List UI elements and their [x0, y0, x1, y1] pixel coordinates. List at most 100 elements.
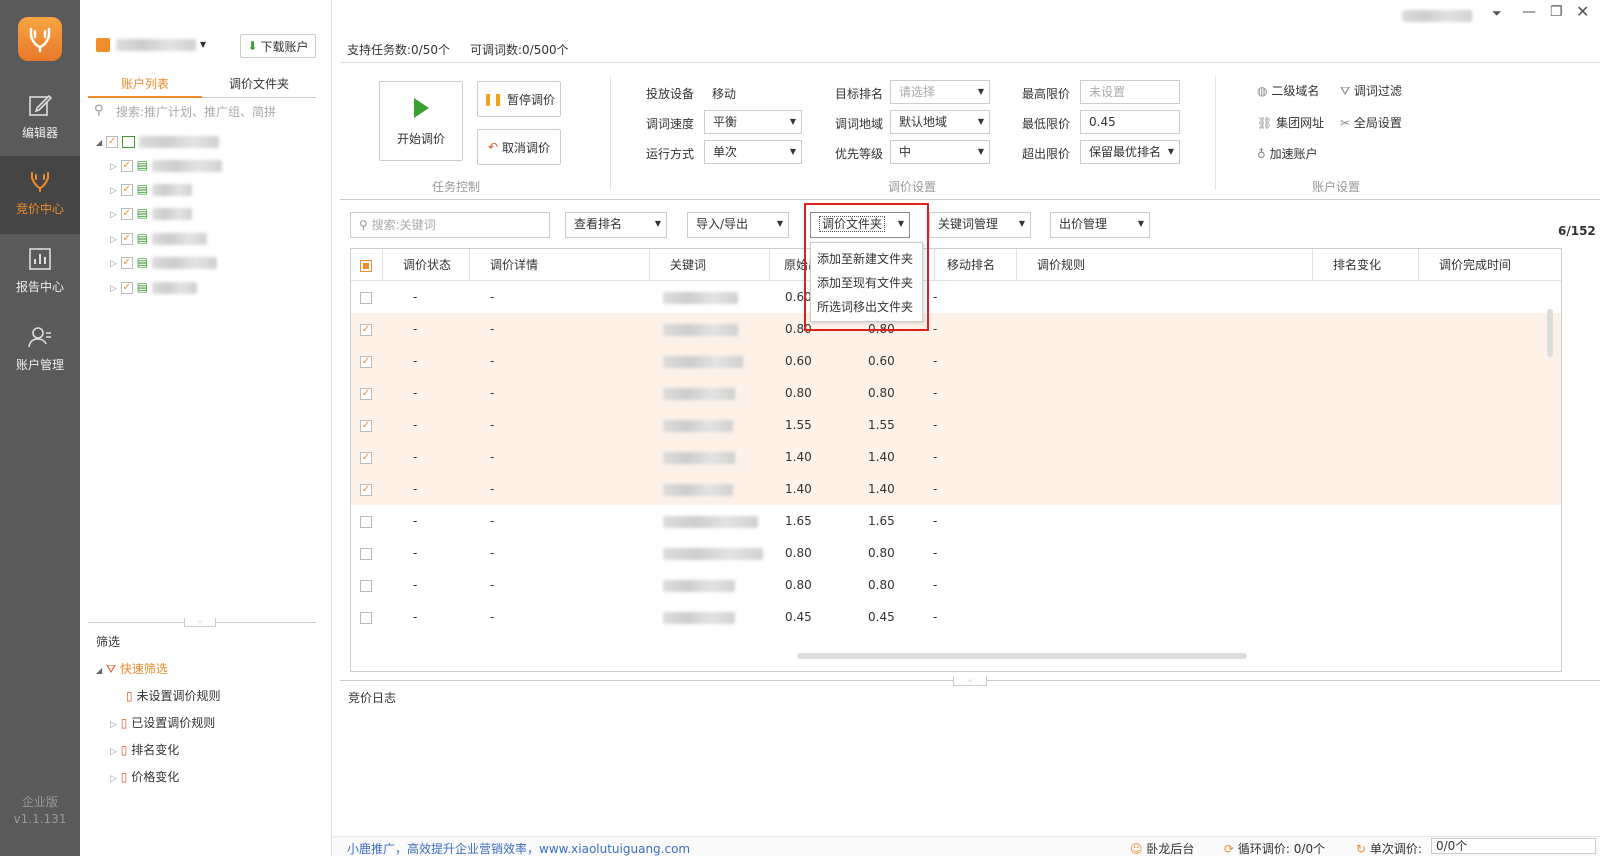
horizontal-scrollbar[interactable] — [797, 653, 1247, 659]
col-mobile-rank[interactable]: 移动排名 — [935, 249, 1017, 281]
priority-select[interactable]: 中 ▼ — [890, 140, 990, 164]
filter-item[interactable]: ▯ 未设置调价规则 — [126, 687, 220, 704]
nav-account-mgmt[interactable]: 账户管理 — [0, 312, 80, 390]
chart-icon — [29, 248, 51, 270]
col-keyword[interactable]: 关键词 — [650, 249, 770, 281]
view-rank-dropdown[interactable]: 查看排名 ▼ — [565, 212, 667, 238]
close-icon[interactable]: ✕ — [1576, 2, 1589, 21]
tree-node[interactable]: ▷ ✓ ▤ — [110, 158, 222, 172]
global-settings-link[interactable]: ✂ 全局设置 — [1340, 114, 1402, 131]
tab-account-list[interactable]: 账户列表 — [88, 74, 202, 98]
row-checkbox[interactable]: ✓ — [360, 313, 372, 345]
col-rank-change[interactable]: 排名变化 — [1313, 249, 1419, 281]
pause-bid-button[interactable]: ❚❚ 暂停调价 — [477, 81, 561, 117]
collapse-handle[interactable]: ⌵ — [184, 618, 216, 627]
keyword-mgmt-dropdown[interactable]: 关键词管理 ▼ — [929, 212, 1031, 238]
col-detail[interactable]: 调价详情 — [470, 249, 650, 281]
col-status[interactable]: 调价状态 — [383, 249, 470, 281]
row-checkbox[interactable]: ✓ — [360, 345, 372, 377]
filter-item[interactable]: ▷ ▯ 已设置调价规则 — [110, 714, 215, 731]
accelerate-account-link[interactable]: ♁ 加速账户 — [1257, 145, 1318, 162]
backend-link[interactable]: ☺ 卧龙后台 — [1130, 840, 1194, 857]
word-filter-link[interactable]: ⛛ 调词过滤 — [1340, 82, 1402, 99]
row-checkbox[interactable] — [360, 505, 372, 537]
nav-bidding-center[interactable]: 竞价中心 — [0, 156, 80, 234]
menu-item-add-existing-folder[interactable]: 添加至现有文件夹 — [811, 271, 922, 295]
table-row[interactable]: ✓ - -0.80 0.80- — [351, 313, 1561, 345]
chevron-down-icon[interactable]: ▼ — [200, 40, 206, 49]
over-limit-select[interactable]: 保留最优排名 ▼ — [1080, 140, 1180, 164]
filter-item[interactable]: ▷ ▯ 价格变化 — [110, 768, 179, 785]
cell-keyword — [663, 281, 738, 313]
tree-checkbox[interactable]: ✓ — [105, 135, 118, 148]
table-row[interactable]: --0.600.60- — [351, 281, 1561, 313]
row-checkbox[interactable]: ✓ — [360, 409, 372, 441]
group-url-link[interactable]: ⛓ 集团网址 — [1257, 114, 1324, 131]
cell-detail: - — [490, 514, 495, 528]
tab-bid-folder[interactable]: 调价文件夹 — [202, 74, 316, 98]
menu-item-add-new-folder[interactable]: 添加至新建文件夹 — [811, 247, 922, 271]
target-label: 目标排名 — [835, 87, 884, 101]
tree-root[interactable]: ◢ ✓ — [96, 134, 219, 148]
speed-select[interactable]: 平衡 ▼ — [704, 110, 802, 134]
max-price-input[interactable]: 未设置 — [1080, 80, 1180, 104]
nav-report-center[interactable]: 报告中心 — [0, 234, 80, 312]
menu-dropdown-icon[interactable]: ⏷ — [1492, 6, 1502, 21]
table-row[interactable]: - - 0.80 0.80 - — [351, 569, 1561, 601]
vertical-scrollbar[interactable] — [1547, 309, 1553, 357]
bid-mgmt-dropdown[interactable]: 出价管理 ▼ — [1050, 212, 1150, 238]
tree-node[interactable]: ▷ ✓ ▤ — [110, 280, 197, 294]
plan-icon: ▤ — [136, 280, 148, 294]
row-checkbox[interactable] — [360, 537, 372, 569]
target-select[interactable]: 请选择 ▼ — [890, 80, 990, 104]
table-row[interactable]: ✓ - - 1.40 1.40 - — [351, 473, 1561, 505]
table-row[interactable]: - - 1.65 1.65 - — [351, 505, 1561, 537]
account-search-input[interactable]: 搜索:推广计划、推广组、简拼 — [116, 103, 276, 120]
quick-filter[interactable]: ◢ ⛛ 快速筛选 — [96, 660, 168, 677]
table-row[interactable]: ✓ - - 1.55 1.55 - — [351, 409, 1561, 441]
mode-select[interactable]: 单次 ▼ — [704, 140, 802, 164]
row-checkbox[interactable]: ✓ — [360, 441, 372, 473]
row-checkbox[interactable] — [360, 601, 372, 633]
select-all-checkbox[interactable] — [351, 249, 383, 281]
filter-icon: ⛛ — [105, 662, 117, 676]
expand-icon[interactable]: ◢ — [96, 138, 102, 147]
cell-status: - — [413, 546, 418, 560]
slogan-link[interactable]: 小鹿推广，高效提升企业营销效率，www.xiaolutuiguang.com — [347, 840, 690, 857]
nav-editor[interactable]: 编辑器 — [0, 80, 80, 158]
restore-icon[interactable]: ❐ — [1550, 4, 1563, 20]
tree-node[interactable]: ▷ ✓ ▤ — [110, 231, 207, 245]
tree-node[interactable]: ▷ ✓ ▤ — [110, 255, 217, 269]
minimize-icon[interactable]: — — [1522, 4, 1536, 20]
import-export-dropdown[interactable]: 导入/导出 ▼ — [687, 212, 789, 238]
start-bid-button[interactable]: 开始调价 — [379, 81, 463, 161]
col-bid-rule[interactable]: 调价规则 — [1017, 249, 1313, 281]
tree-node[interactable]: ▷ ✓ ▤ — [110, 182, 192, 196]
table-row[interactable]: - - 0.80 0.80 - — [351, 537, 1561, 569]
cell-keyword — [663, 377, 735, 409]
cell-detail: - — [490, 322, 495, 336]
table-row[interactable]: ✓ - - 0.60 0.60 - — [351, 345, 1561, 377]
collapse-handle[interactable]: ⌵ — [953, 676, 987, 686]
min-price-input[interactable]: 0.45 — [1080, 110, 1180, 134]
row-checkbox[interactable] — [360, 281, 372, 313]
cancel-bid-button[interactable]: ↶ 取消调价 — [477, 129, 561, 165]
table-row[interactable]: ✓ - -0.80 0.80- — [351, 377, 1561, 409]
subdomain-link[interactable]: ◍ 二级域名 — [1257, 82, 1319, 99]
filter-icon: ⛛ — [1340, 84, 1351, 98]
col-finish-time[interactable]: 调价完成时间 — [1419, 249, 1561, 281]
keyword-search-input[interactable]: ⚲ 搜索:关键词 — [350, 212, 550, 238]
download-account-button[interactable]: ⬇ 下载账户 — [240, 34, 316, 58]
account-name[interactable] — [116, 39, 196, 51]
region-select[interactable]: 默认地域 ▼ — [890, 110, 990, 134]
table-header: 调价状态 调价详情 关键词 原始出价 当前出价 移动排名 调价规则 排名变化 调… — [351, 249, 1561, 281]
table-row[interactable]: ✓ - - 1.40 1.40 - — [351, 441, 1561, 473]
filter-item[interactable]: ▷ ▯ 排名变化 — [110, 741, 179, 758]
row-checkbox[interactable] — [360, 569, 372, 601]
cell-cur-bid: 1.40 — [868, 450, 895, 464]
row-checkbox[interactable]: ✓ — [360, 473, 372, 505]
table-row[interactable]: - - 0.45 0.45 - — [351, 601, 1561, 633]
row-checkbox[interactable]: ✓ — [360, 377, 372, 409]
tree-node[interactable]: ▷ ✓ ▤ — [110, 206, 192, 220]
menu-item-remove-from-folder[interactable]: 所选词移出文件夹 — [811, 295, 922, 319]
